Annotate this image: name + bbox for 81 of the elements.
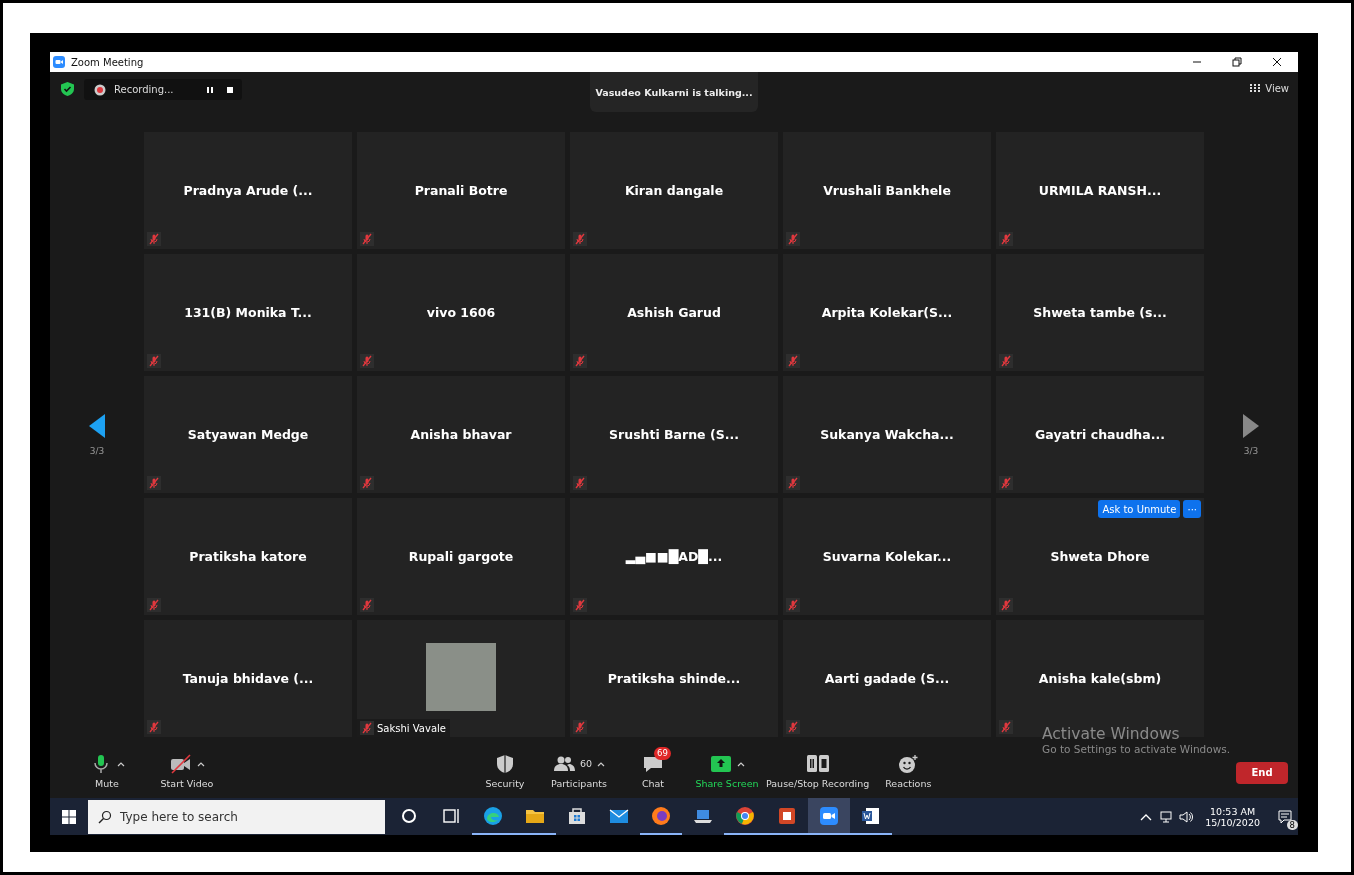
- toolbar-button[interactable]: Security: [470, 746, 540, 789]
- speaker-notification: Vasudeo Kulkarni is talking...: [590, 72, 758, 112]
- close-icon: [1270, 56, 1283, 68]
- participant-name: Pradnya Arude (...: [183, 183, 313, 198]
- activation-title: Activate Windows: [1042, 725, 1181, 743]
- caret-icon[interactable]: [196, 760, 205, 767]
- participant-name: Suvarna Kolekar...: [822, 549, 952, 564]
- search-icon: [98, 809, 112, 824]
- participant-name: Vrushali Bankhele: [823, 183, 951, 198]
- restore-icon: [1230, 56, 1243, 68]
- participant-name: Satyawan Medge: [187, 427, 309, 442]
- browser-icon: [483, 805, 503, 826]
- grid-icon: [1249, 82, 1262, 94]
- shield-icon: [494, 753, 516, 774]
- participant-name: Pranali Botre: [414, 183, 508, 198]
- participant-name: Shweta Dhore: [1050, 549, 1150, 564]
- shield-icon[interactable]: [61, 82, 74, 96]
- ask-to-unmute-button[interactable]: Ask to Unmute: [1098, 500, 1181, 518]
- participant-name: vivo 1606: [426, 305, 496, 320]
- participant-name: ▂▄■■█AD█...: [625, 549, 723, 564]
- participant-name: Aarti gadade (S...: [824, 671, 950, 686]
- more-button[interactable]: ···: [1183, 500, 1201, 518]
- previous-page-arrow[interactable]: [89, 413, 105, 438]
- participant-name: Arpita Kolekar(S...: [821, 305, 953, 320]
- page-indicator: 3/3: [1243, 445, 1259, 456]
- participant-name: Anisha bhavar: [410, 427, 512, 442]
- participant-name: URMILA RANSH...: [1038, 183, 1162, 198]
- share-screen-button[interactable]: Share Screen: [692, 746, 762, 789]
- browser-icon: [735, 805, 755, 826]
- toolbar-button[interactable]: Reactions: [873, 746, 944, 789]
- unread-badge: 69: [654, 746, 671, 760]
- participant-name: Pratiksha katore: [189, 549, 307, 564]
- toolbar-button[interactable]: Mute: [72, 746, 142, 789]
- speaker-icon[interactable]: [1179, 809, 1194, 824]
- view-button[interactable]: View: [1249, 82, 1289, 94]
- participant-name: Rupali gargote: [408, 549, 514, 564]
- photo-placeholder: [426, 643, 496, 711]
- end-button[interactable]: End: [1236, 761, 1288, 784]
- participant-name: Sakshi Vavale: [377, 722, 446, 734]
- recording-label: Recording...: [114, 84, 174, 95]
- clock-date: 15/10/2020: [1205, 816, 1260, 828]
- participant-name: Pratiksha shinde...: [607, 671, 741, 686]
- document-icon: [777, 805, 797, 826]
- notification-count: 8: [1286, 819, 1298, 830]
- browser-icon: [651, 805, 671, 826]
- participant-name: Kiran dangale: [624, 183, 724, 198]
- shopping-bag-icon: [567, 805, 587, 826]
- participant-name: Anisha kale(sbm): [1038, 671, 1162, 686]
- toolbar-button[interactable]: 69 Chat: [618, 746, 688, 789]
- toolbar-button[interactable]: Pause/Stop Recording: [766, 746, 870, 789]
- caret-icon[interactable]: [597, 760, 606, 767]
- taskbar-app[interactable]: [808, 798, 850, 835]
- caret-icon[interactable]: [116, 760, 125, 767]
- participant-name: Sukanya Wakcha...: [820, 427, 954, 442]
- network-icon[interactable]: [1159, 809, 1174, 824]
- participant-count: 60: [579, 758, 593, 769]
- search-field[interactable]: Type here to search: [88, 799, 385, 834]
- participant-name: Gayatri chaudha...: [1035, 427, 1165, 442]
- participant-name: Tanuja bhidave (...: [182, 671, 314, 686]
- notification-icon[interactable]: [1278, 809, 1292, 824]
- clock-time: 10:53 AM: [1210, 805, 1256, 817]
- document-icon: [861, 805, 881, 826]
- share-screen-icon: [709, 753, 732, 774]
- toolbar-button[interactable]: 60 Participants: [544, 746, 614, 789]
- window-title: Zoom Meeting: [71, 56, 145, 68]
- participant-name: 131(B) Monika T...: [184, 305, 312, 320]
- pause-stop-icon: [806, 753, 829, 774]
- caret-icon[interactable]: [736, 760, 745, 767]
- record-icon: [94, 83, 106, 96]
- video-camera-icon: [819, 805, 839, 826]
- participant-name: Ashish Garud: [627, 305, 721, 320]
- participant-name: Srushti Barne (S...: [609, 427, 739, 442]
- participant-name: Shweta tambe (s...: [1033, 305, 1167, 320]
- page-indicator: 3/3: [89, 445, 105, 456]
- smiley-icon: [897, 753, 920, 774]
- clock[interactable]: 10:53 AM 15/10/2020: [1205, 805, 1260, 828]
- video-camera-off-icon: [169, 753, 192, 774]
- toolbar-button[interactable]: Start Video: [152, 746, 222, 789]
- activation-text: Go to Settings to activate Windows.: [1042, 743, 1231, 755]
- windows-logo-icon: [62, 809, 76, 824]
- video-camera-icon: [53, 56, 65, 68]
